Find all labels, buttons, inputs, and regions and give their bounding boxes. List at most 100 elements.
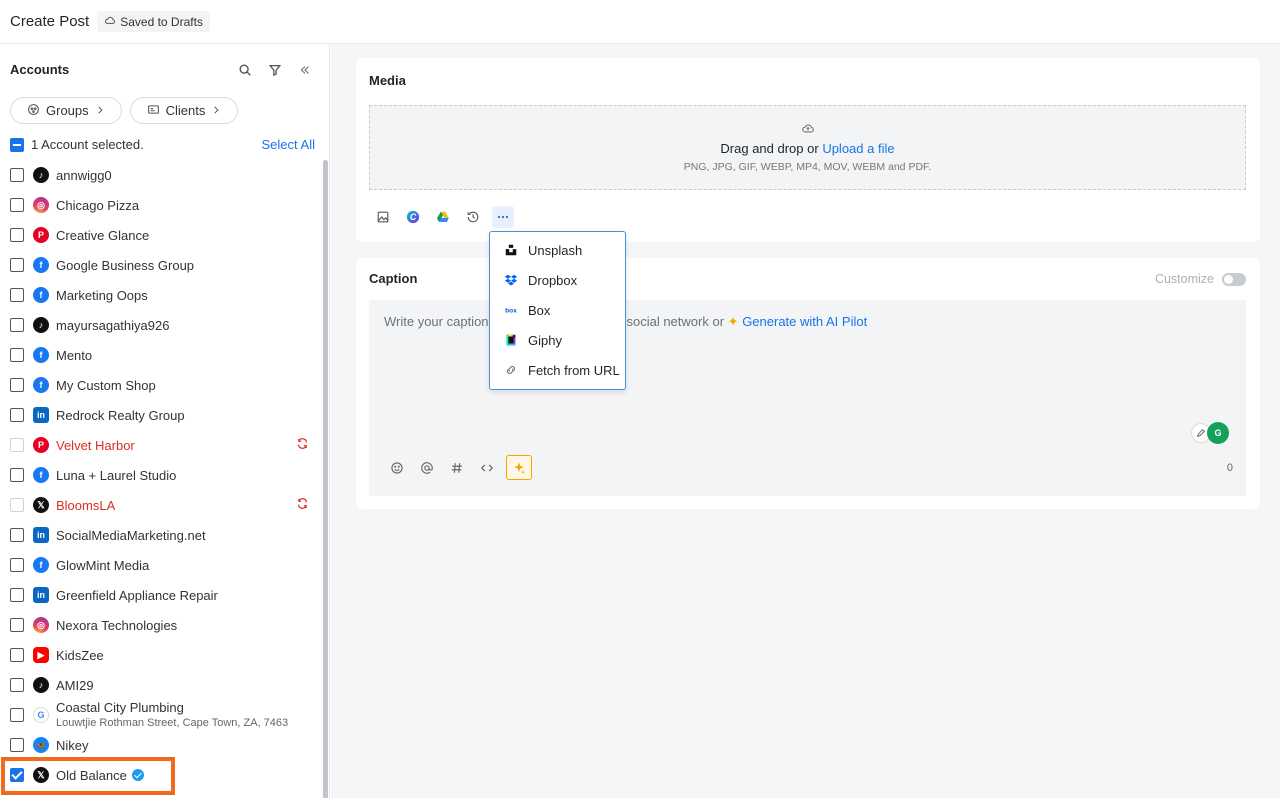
account-row[interactable]: f Google Business Group (10, 250, 315, 280)
groups-button[interactable]: Groups (10, 97, 122, 124)
google-drive-icon[interactable] (432, 206, 454, 228)
media-dropzone[interactable]: Drag and drop or Upload a file PNG, JPG,… (369, 105, 1246, 190)
mention-icon[interactable] (416, 457, 438, 479)
account-row[interactable]: f My Custom Shop (10, 370, 315, 400)
code-icon[interactable] (476, 457, 498, 479)
account-row[interactable]: ▶ KidsZee (10, 640, 315, 670)
account-checkbox[interactable] (10, 708, 24, 722)
account-row[interactable]: ♪ mayursagathiya926 (10, 310, 315, 340)
clients-button[interactable]: Clients (129, 97, 239, 124)
account-row[interactable]: P Creative Glance (10, 220, 315, 250)
account-row[interactable]: f Mento (10, 340, 315, 370)
account-name: BloomsLA (56, 497, 116, 513)
svg-text:C: C (410, 212, 417, 222)
filter-icon[interactable] (260, 63, 290, 77)
account-row[interactable]: 𝕏 BloomsLA (10, 490, 315, 520)
tiktok-icon: ♪ (33, 677, 49, 693)
account-row[interactable]: ♪ AMI29 (10, 670, 315, 700)
account-checkbox[interactable] (10, 228, 24, 242)
facebook-icon: f (33, 287, 49, 303)
account-row[interactable]: f Luna + Laurel Studio (10, 460, 315, 490)
reconnect-icon[interactable] (296, 497, 309, 513)
account-name: Nexora Technologies (56, 617, 178, 633)
account-row[interactable]: in Redrock Realty Group (10, 400, 315, 430)
account-checkbox[interactable] (10, 288, 24, 302)
account-name: Luna + Laurel Studio (56, 467, 177, 483)
media-toolbar: C (372, 206, 514, 228)
select-indeterminate-checkbox[interactable] (10, 137, 24, 152)
menu-label: Box (528, 302, 551, 318)
account-checkbox[interactable] (10, 558, 24, 572)
account-address: Louwtjie Rothman Street, Cape Town, ZA, … (56, 716, 289, 729)
account-checkbox[interactable] (10, 408, 24, 422)
generate-ai-link[interactable]: Generate with AI Pilot (742, 314, 867, 329)
groups-label: Groups (46, 103, 89, 118)
account-checkbox[interactable] (10, 738, 24, 752)
history-icon[interactable] (462, 206, 484, 228)
account-checkbox[interactable] (10, 648, 24, 662)
accounts-sidebar: Accounts Groups Clients 1 Account select… (0, 44, 330, 798)
account-checkbox[interactable] (10, 168, 24, 182)
account-row[interactable]: 𝕏 Old Balance (10, 760, 315, 790)
account-checkbox[interactable] (10, 678, 24, 692)
placeholder-start: Write your caption, (384, 314, 493, 329)
account-name: AMI29 (56, 677, 94, 693)
account-checkbox[interactable] (10, 198, 24, 212)
account-name-block: Coastal City Plumbing Louwtjie Rothman St… (56, 700, 315, 730)
account-name: GlowMint Media (56, 557, 150, 573)
account-row[interactable]: G Coastal City Plumbing Louwtjie Rothman S… (10, 700, 315, 730)
account-row[interactable]: f Marketing Oops (10, 280, 315, 310)
account-row[interactable]: in SocialMediaMarketing.net (10, 520, 315, 550)
account-name: Marketing Oops (56, 287, 148, 303)
account-checkbox[interactable] (10, 258, 24, 272)
collapse-icon[interactable] (290, 63, 320, 77)
ai-sparkle-button[interactable] (506, 455, 532, 480)
account-row[interactable]: P Velvet Harbor (10, 430, 315, 460)
account-checkbox[interactable] (10, 348, 24, 362)
account-checkbox[interactable] (10, 468, 24, 482)
character-count: 0 (1226, 462, 1233, 474)
hashtag-icon[interactable] (446, 457, 468, 479)
box-icon: box (503, 302, 519, 318)
image-library-icon[interactable] (372, 206, 394, 228)
more-options-icon[interactable] (492, 206, 514, 228)
account-checkbox[interactable] (10, 768, 24, 782)
account-row[interactable]: 🦋 Nikey (10, 730, 315, 760)
menu-item-box[interactable]: box Box (490, 295, 625, 325)
account-row[interactable]: ♪ annwigg0 (10, 160, 315, 190)
search-icon[interactable] (230, 63, 260, 77)
more-media-sources-menu: Unsplash Dropbox box Box Giphy Fetch fro… (489, 231, 626, 390)
canva-icon[interactable]: C (402, 206, 424, 228)
account-name: KidsZee (56, 647, 104, 663)
account-checkbox[interactable] (10, 618, 24, 632)
menu-item-dropbox[interactable]: Dropbox (490, 265, 625, 295)
facebook-icon: f (33, 377, 49, 393)
account-row[interactable]: f GlowMint Media (10, 550, 315, 580)
sparkle-icon: ✦ (727, 314, 739, 329)
sidebar-scrollbar[interactable] (323, 160, 328, 798)
customize-toggle[interactable] (1222, 272, 1246, 286)
account-row[interactable]: ◎ Chicago Pizza (10, 190, 315, 220)
account-name: Greenfield Appliance Repair (56, 587, 218, 603)
linkedin-icon: in (33, 527, 49, 543)
account-checkbox[interactable] (10, 528, 24, 542)
dropzone-text: Drag and drop or Upload a file (370, 141, 1245, 156)
verified-badge-icon (131, 768, 144, 781)
account-row[interactable]: ◎ Nexora Technologies (10, 610, 315, 640)
menu-item-unsplash[interactable]: Unsplash (490, 235, 625, 265)
emoji-icon[interactable] (386, 457, 408, 479)
upload-file-link[interactable]: Upload a file (822, 141, 894, 156)
menu-item-fetch-url[interactable]: Fetch from URL (490, 355, 625, 385)
account-name: Chicago Pizza (56, 197, 140, 213)
account-checkbox[interactable] (10, 588, 24, 602)
account-checkbox[interactable] (10, 318, 24, 332)
select-all-link[interactable]: Select All (262, 137, 315, 152)
selected-count-text: 1 Account selected. (31, 137, 144, 152)
draft-status-badge: Saved to Drafts (97, 11, 210, 32)
account-row[interactable]: in Greenfield Appliance Repair (10, 580, 315, 610)
grammar-assistant[interactable]: G (1191, 422, 1229, 444)
reconnect-icon[interactable] (296, 437, 309, 453)
supported-formats: PNG, JPG, GIF, WEBP, MP4, MOV, WEBM and … (683, 161, 932, 173)
account-checkbox[interactable] (10, 378, 24, 392)
menu-item-giphy[interactable]: Giphy (490, 325, 625, 355)
